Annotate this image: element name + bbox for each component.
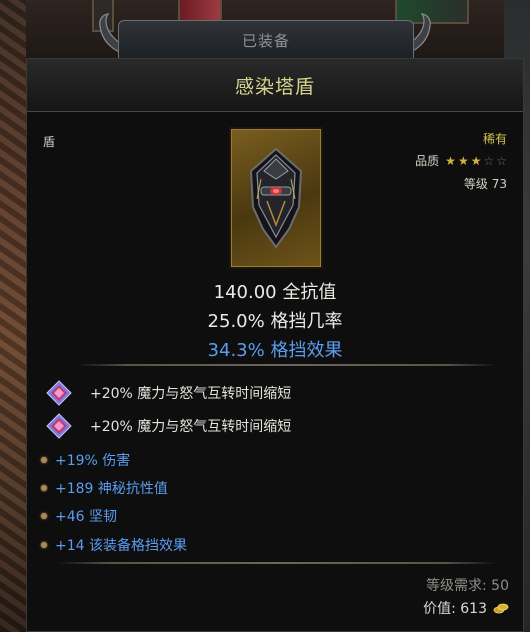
item-type: 盾 <box>43 135 56 149</box>
background-scene-left <box>0 0 26 632</box>
socket-row: +20% 魔力与怒气互转时间缩短 <box>45 411 291 441</box>
equipped-tab[interactable]: 已装备 <box>118 20 414 60</box>
item-value-row: 价值: 613 <box>423 598 509 618</box>
star-filled-icon: ★ <box>470 153 482 168</box>
level-requirement: 等级需求: 50 <box>426 578 509 594</box>
item-title-bar: 感染塔盾 <box>27 59 523 112</box>
quality-row: 品质 ★ ★ ★ ☆ ☆ <box>415 152 507 169</box>
gold-coin-icon <box>493 603 509 614</box>
socket-text: +20% 魔力与怒气互转时间缩短 <box>90 386 292 402</box>
equipped-tab-label: 已装备 <box>241 32 290 50</box>
stat-block-effect: 34.3% 格挡效果 <box>207 340 343 361</box>
socket-row: +20% 魔力与怒气互转时间缩短 <box>45 378 291 408</box>
stat-block-chance: 25.0% 格挡几率 <box>207 311 343 332</box>
socket-text: +20% 魔力与怒气互转时间缩短 <box>90 419 292 435</box>
star-empty-icon: ☆ <box>483 153 495 168</box>
bullet-icon <box>41 542 47 548</box>
item-icon-frame[interactable] <box>229 127 323 269</box>
star-filled-icon: ★ <box>457 153 469 168</box>
item-name: 感染塔盾 <box>234 76 315 98</box>
affix-text: +46 坚韧 <box>55 509 117 525</box>
shield-icon <box>249 147 303 249</box>
affix-line: +46 坚韧 <box>41 506 117 526</box>
gem-icon <box>46 380 72 406</box>
affix-text: +189 神秘抗性值 <box>55 481 168 497</box>
affix-line: +14 该装备格挡效果 <box>41 535 187 555</box>
quality-stars: ★ ★ ★ ☆ ☆ <box>445 155 507 167</box>
stat-resist: 140.00 全抗值 <box>213 282 337 303</box>
affix-text: +19% 伤害 <box>55 453 131 469</box>
item-rarity: 稀有 <box>482 132 507 146</box>
item-value: 价值: 613 <box>423 601 487 617</box>
star-empty-icon: ☆ <box>496 153 507 168</box>
affix-text: +14 该装备格挡效果 <box>55 538 187 554</box>
quality-label: 品质 <box>415 154 440 168</box>
star-filled-icon: ★ <box>445 153 456 168</box>
affix-line: +19% 伤害 <box>41 450 130 470</box>
divider <box>77 364 497 366</box>
affix-line: +189 神秘抗性值 <box>41 478 168 498</box>
divider <box>57 562 497 564</box>
gem-icon <box>46 413 72 439</box>
bullet-icon <box>41 485 47 491</box>
bullet-icon <box>41 457 47 463</box>
bullet-icon <box>41 513 47 519</box>
item-level: 等级 73 <box>463 177 507 191</box>
item-tooltip-panel: 感染塔盾 盾 稀有 品质 ★ ★ ★ ☆ ☆ 等级 73 140.00 全抗值 25.0… <box>26 58 524 632</box>
